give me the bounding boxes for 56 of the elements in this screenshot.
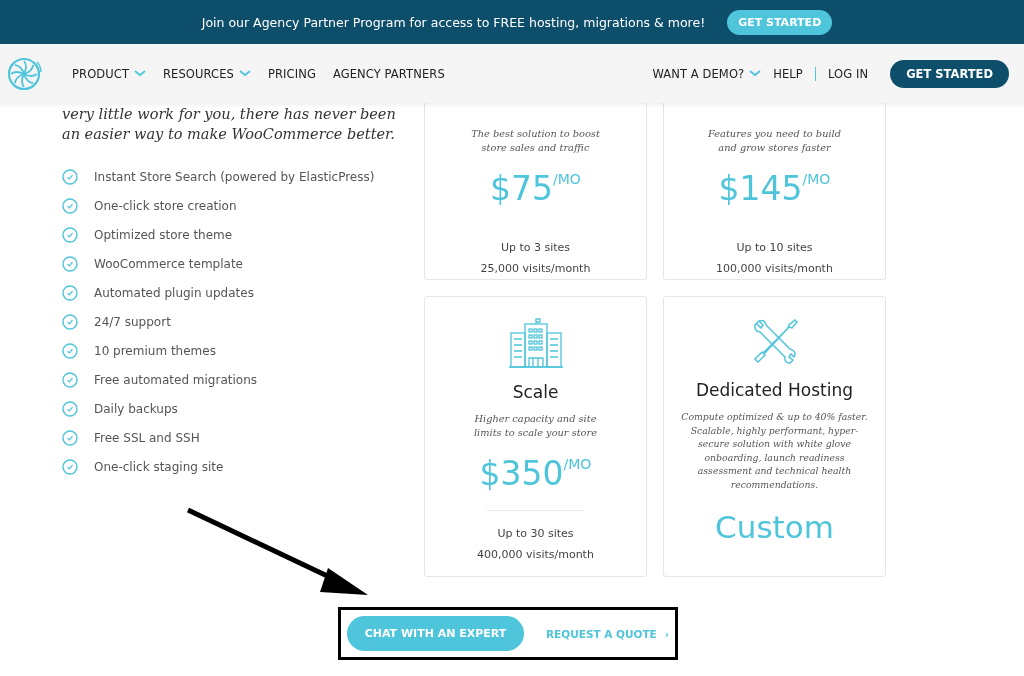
- nav-link[interactable]: WANT A DEMO?: [652, 66, 762, 81]
- plan-sites: Up to 3 sites: [500, 240, 571, 256]
- plan-title: Dedicated Hosting: [695, 380, 854, 400]
- check-circle-icon: [62, 197, 78, 214]
- plan-tagline: Compute optimized & up to 40% faster. Scalable, highly performant, hyper- secure solution with white glove onboarding, launch readiness assessment and technical health recommendations.: [681, 410, 868, 491]
- intro-text: very little work for you, there has never been an easier way to make WooCommerce better.: [62, 105, 397, 144]
- price-unit: /MO: [802, 171, 831, 187]
- feature-text: One-click staging site: [94, 459, 224, 474]
- check-circle-icon: [62, 168, 78, 185]
- plan-price: $350: [479, 454, 564, 494]
- chevron-down-icon: [238, 70, 251, 77]
- plan-visits: 25,000 visits/month: [480, 261, 591, 277]
- chevron-down-icon: [134, 70, 146, 77]
- nav-link[interactable]: HELP: [773, 66, 803, 81]
- feature-text: Instant Store Search (powered by ElasticPress): [94, 169, 375, 184]
- logo-icon[interactable]: [6, 55, 42, 92]
- price-unit: /MO: [553, 171, 581, 187]
- check-circle-icon: [62, 226, 78, 243]
- check-circle-icon: [62, 255, 78, 272]
- nav-link[interactable]: AGENCY PARTNERS: [332, 66, 445, 81]
- feature-text: Daily backups: [94, 401, 178, 416]
- price-unit: /MO: [563, 456, 592, 472]
- feature-text: Free automated migrations: [94, 372, 257, 387]
- feature-text: Optimized store theme: [94, 227, 233, 242]
- feature-text: Automated plugin updates: [94, 285, 254, 300]
- feature-text: One-click store creation: [94, 198, 237, 213]
- plan-price: $75: [490, 169, 554, 209]
- check-circle-icon: [62, 458, 78, 475]
- plan-title: Scale: [512, 382, 559, 402]
- feature-text: WooCommerce template: [94, 256, 243, 271]
- check-circle-icon: [62, 313, 78, 330]
- plan-sites: Up to 10 sites: [736, 240, 813, 256]
- get-started-button[interactable]: GET STARTED: [890, 59, 1009, 88]
- check-circle-icon: [62, 284, 78, 301]
- check-circle-icon: [62, 429, 78, 446]
- plan-visits: 400,000 visits/month: [477, 547, 594, 563]
- chevron-down-icon: [749, 70, 762, 77]
- nav-link[interactable]: LOG IN: [827, 66, 869, 81]
- plan-visits: 100,000 visits/month: [716, 261, 833, 277]
- plan-sites: Up to 30 sites: [497, 526, 574, 542]
- plan-tagline: Higher capacity and site limits to scale your store: [474, 412, 597, 440]
- feature-text: Free SSL and SSH: [94, 430, 200, 445]
- plan-price: $145: [718, 169, 803, 209]
- check-circle-icon: [62, 400, 78, 417]
- feature-text: 24/7 support: [94, 314, 171, 329]
- nav-link[interactable]: PRODUCT: [72, 66, 146, 81]
- nav-link[interactable]: RESOURCES: [163, 66, 251, 81]
- plan-tagline: Features you need to build and grow stores faster: [708, 127, 841, 155]
- plan-tagline: The best solution to boost store sales and traffic: [471, 127, 600, 155]
- nav-link[interactable]: PRICING: [267, 66, 316, 81]
- plan-price: Custom: [715, 509, 834, 545]
- check-circle-icon: [62, 371, 78, 388]
- feature-text: 10 premium themes: [94, 343, 216, 358]
- building-icon: [507, 318, 564, 368]
- check-circle-icon: [62, 342, 78, 359]
- banner-text: Join our Agency Partner Program for access to FREE hosting, migrations & more!: [201, 14, 706, 30]
